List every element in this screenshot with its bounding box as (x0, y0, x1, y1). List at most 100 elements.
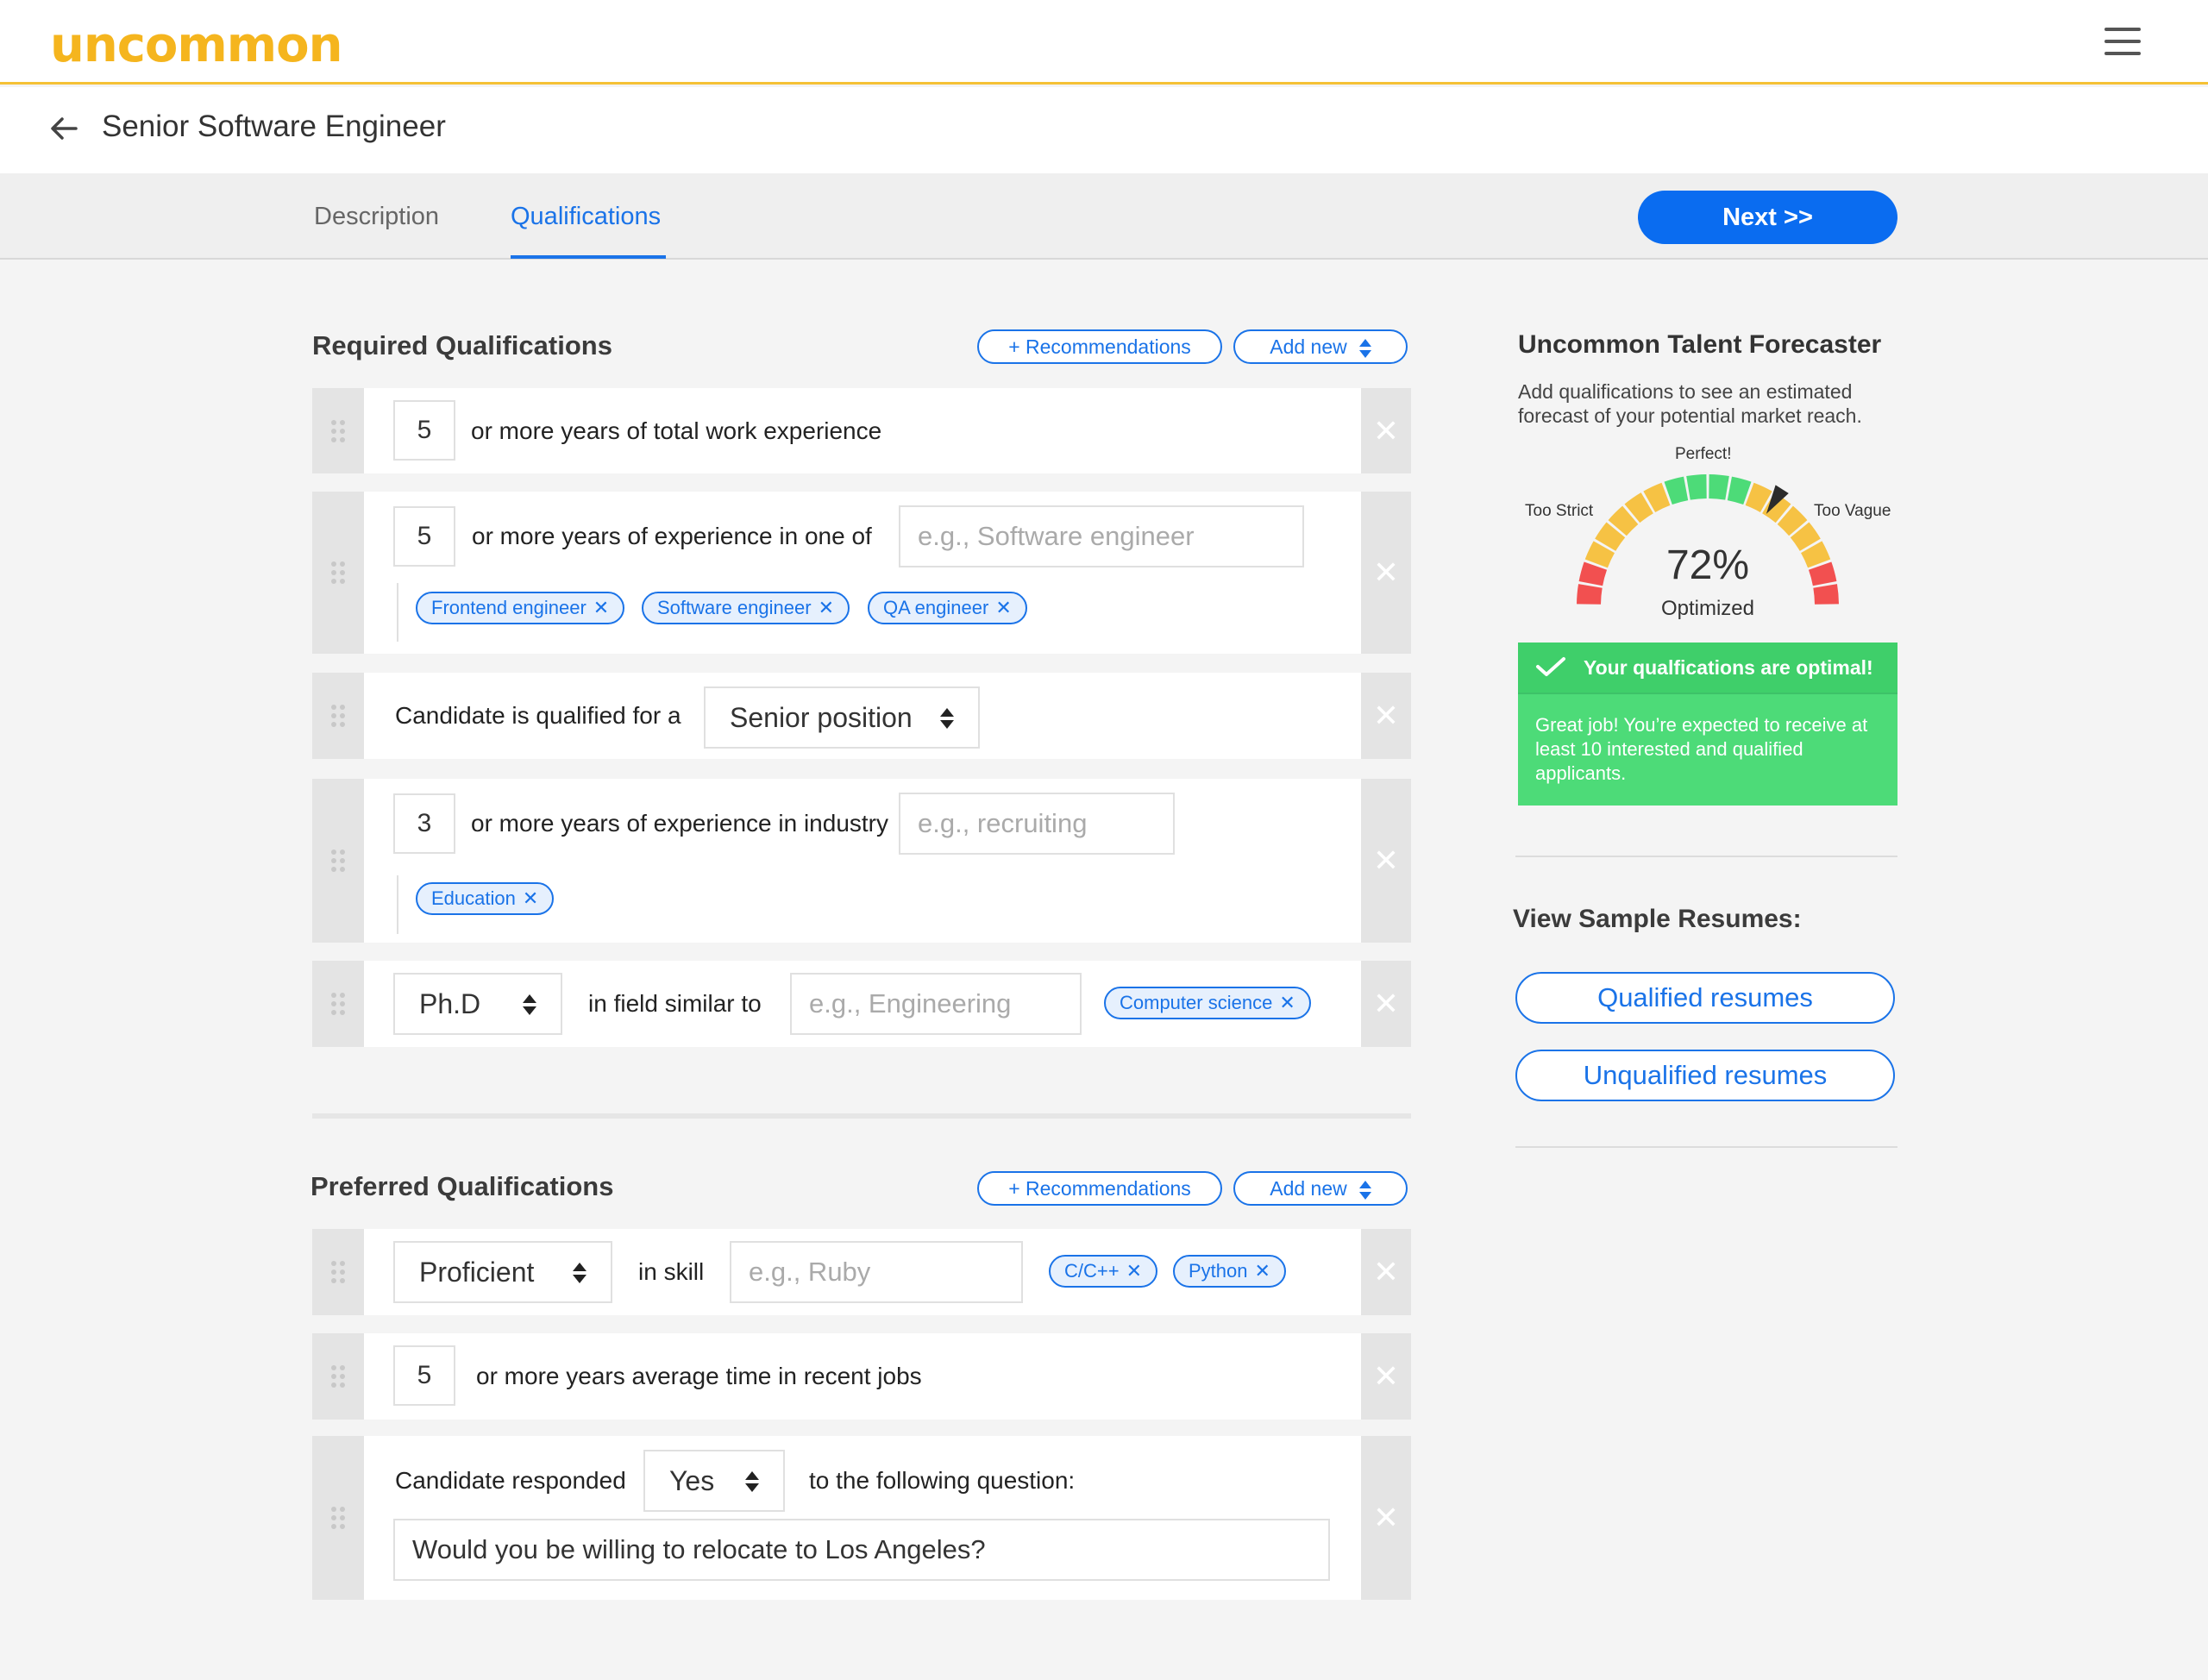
tag-remove-icon[interactable]: ✕ (523, 887, 538, 909)
field-search-input[interactable]: e.g., Engineering (790, 973, 1082, 1035)
tag-remove-icon[interactable]: ✕ (819, 597, 834, 618)
years-input[interactable]: 5 (393, 1345, 455, 1406)
tag-qa-engineer[interactable]: QA engineer ✕ (868, 592, 1027, 624)
preferred-row-tenure: 5 or more years average time in recent j… (312, 1333, 1411, 1420)
gauge-segment (1709, 474, 1729, 500)
close-icon: ✕ (1372, 986, 1400, 1021)
question-input[interactable]: Would you be willing to relocate to Los … (393, 1519, 1330, 1581)
remove-button[interactable]: ✕ (1361, 961, 1411, 1047)
tag-remove-icon[interactable]: ✕ (1279, 992, 1295, 1013)
role-search-input[interactable]: e.g., Software engineer (899, 505, 1304, 567)
drag-dots-icon (331, 849, 345, 872)
tag-remove-icon[interactable]: ✕ (1126, 1260, 1142, 1282)
drag-handle[interactable] (312, 1436, 364, 1600)
years-input[interactable]: 5 (393, 506, 455, 567)
optimal-banner-body: Great job! You’re expected to receive at… (1518, 693, 1898, 806)
tag-label: Education (431, 887, 516, 909)
panel-divider (1515, 856, 1898, 857)
selected-value: Senior position (730, 702, 913, 733)
preferred-row-skill: Proficient in skill e.g., Ruby C/C++ ✕ Py… (312, 1229, 1411, 1315)
drag-handle[interactable] (312, 492, 364, 654)
drag-handle[interactable] (312, 779, 364, 943)
years-input[interactable]: 3 (393, 793, 455, 854)
tag-cpp[interactable]: C/C++ ✕ (1049, 1255, 1158, 1288)
response-select[interactable]: Yes (643, 1450, 785, 1512)
remove-button[interactable]: ✕ (1361, 388, 1411, 473)
close-icon: ✕ (1372, 1254, 1400, 1289)
required-recommendations-button[interactable]: + Recommendations (977, 329, 1222, 364)
tag-frontend-engineer[interactable]: Frontend engineer ✕ (416, 592, 625, 624)
tag-remove-icon[interactable]: ✕ (1255, 1260, 1270, 1282)
required-qualifications-title: Required Qualifications (312, 330, 612, 360)
tag-remove-icon[interactable]: ✕ (593, 597, 609, 618)
gauge-label-too-strict: Too Strict (1525, 502, 1594, 520)
remove-button[interactable]: ✕ (1361, 673, 1411, 759)
row-label: or more years average time in recent job… (476, 1363, 922, 1389)
required-add-new-button[interactable]: Add new (1233, 329, 1408, 364)
position-level-select[interactable]: Senior position (704, 686, 980, 749)
close-icon: ✕ (1372, 698, 1400, 733)
proficiency-select[interactable]: Proficient (393, 1241, 612, 1303)
degree-select[interactable]: Ph.D (393, 973, 562, 1035)
section-divider (312, 1113, 1411, 1119)
close-icon: ✕ (1372, 1358, 1400, 1394)
row-label: or more years of experience in industry (471, 810, 888, 837)
back-arrow-icon[interactable] (48, 113, 79, 144)
gauge-label-perfect: Perfect! (1675, 445, 1732, 463)
selected-value: Yes (669, 1465, 715, 1496)
remove-button[interactable]: ✕ (1361, 1333, 1411, 1420)
drag-handle[interactable] (312, 673, 364, 759)
years-input[interactable]: 5 (393, 400, 455, 461)
skill-search-input[interactable]: e.g., Ruby (730, 1241, 1023, 1303)
tag-computer-science[interactable]: Computer science ✕ (1104, 987, 1311, 1019)
tag-divider (397, 875, 398, 934)
next-button[interactable]: Next >> (1638, 191, 1898, 244)
tab-description[interactable]: Description (314, 203, 439, 231)
unqualified-resumes-button[interactable]: Unqualified resumes (1515, 1050, 1895, 1101)
row-label: in field similar to (588, 990, 762, 1017)
uncommon-logo[interactable]: uncommon (50, 17, 342, 73)
drag-dots-icon (331, 705, 345, 727)
close-icon: ✕ (1372, 1500, 1400, 1535)
preferred-recommendations-button[interactable]: + Recommendations (977, 1171, 1222, 1206)
required-row-degree: Ph.D in field similar to e.g., Engineeri… (312, 961, 1411, 1047)
tag-divider (397, 583, 398, 642)
drag-dots-icon (331, 419, 345, 442)
tag-python[interactable]: Python ✕ (1173, 1255, 1286, 1288)
industry-search-input[interactable]: e.g., recruiting (899, 793, 1175, 855)
drag-handle[interactable] (312, 388, 364, 473)
gauge-status: Optimized (1660, 597, 1755, 620)
row-label: Candidate is qualified for a (395, 702, 681, 729)
tab-qualifications[interactable]: Qualifications (511, 203, 661, 231)
drag-handle[interactable] (312, 1333, 364, 1420)
remove-button[interactable]: ✕ (1361, 1229, 1411, 1315)
select-arrows-icon (523, 994, 536, 1015)
required-row-experience-in-roles: 5 or more years of experience in one of … (312, 492, 1411, 654)
tag-label: Software engineer (657, 597, 812, 618)
qualified-resumes-button[interactable]: Qualified resumes (1515, 972, 1895, 1024)
checkmark-icon (1536, 657, 1565, 676)
sort-arrows-icon (1358, 338, 1371, 358)
drag-handle[interactable] (312, 961, 364, 1047)
menu-icon[interactable] (2104, 28, 2141, 55)
select-arrows-icon (745, 1471, 759, 1492)
remove-button[interactable]: ✕ (1361, 492, 1411, 654)
tag-education[interactable]: Education ✕ (416, 882, 555, 915)
row-label: or more years of experience in one of (472, 523, 872, 549)
preferred-add-new-button[interactable]: Add new (1233, 1171, 1408, 1206)
required-row-total-experience: 5 or more years of total work experience… (312, 388, 1411, 473)
row-label: in skill (638, 1258, 705, 1285)
required-row-industry-experience: 3 or more years of experience in industr… (312, 779, 1411, 943)
panel-divider (1515, 1146, 1898, 1148)
tag-software-engineer[interactable]: Software engineer ✕ (642, 592, 850, 624)
remove-button[interactable]: ✕ (1361, 1436, 1411, 1600)
tag-label: Python (1189, 1260, 1248, 1282)
sample-resumes-title: View Sample Resumes: (1513, 905, 1802, 933)
page-title: Senior Software Engineer (102, 110, 446, 143)
tag-remove-icon[interactable]: ✕ (995, 597, 1011, 618)
drag-handle[interactable] (312, 1229, 364, 1315)
remove-button[interactable]: ✕ (1361, 779, 1411, 943)
close-icon: ✕ (1372, 412, 1400, 448)
drag-dots-icon (331, 1507, 345, 1529)
forecaster-title: Uncommon Talent Forecaster (1518, 330, 1882, 359)
